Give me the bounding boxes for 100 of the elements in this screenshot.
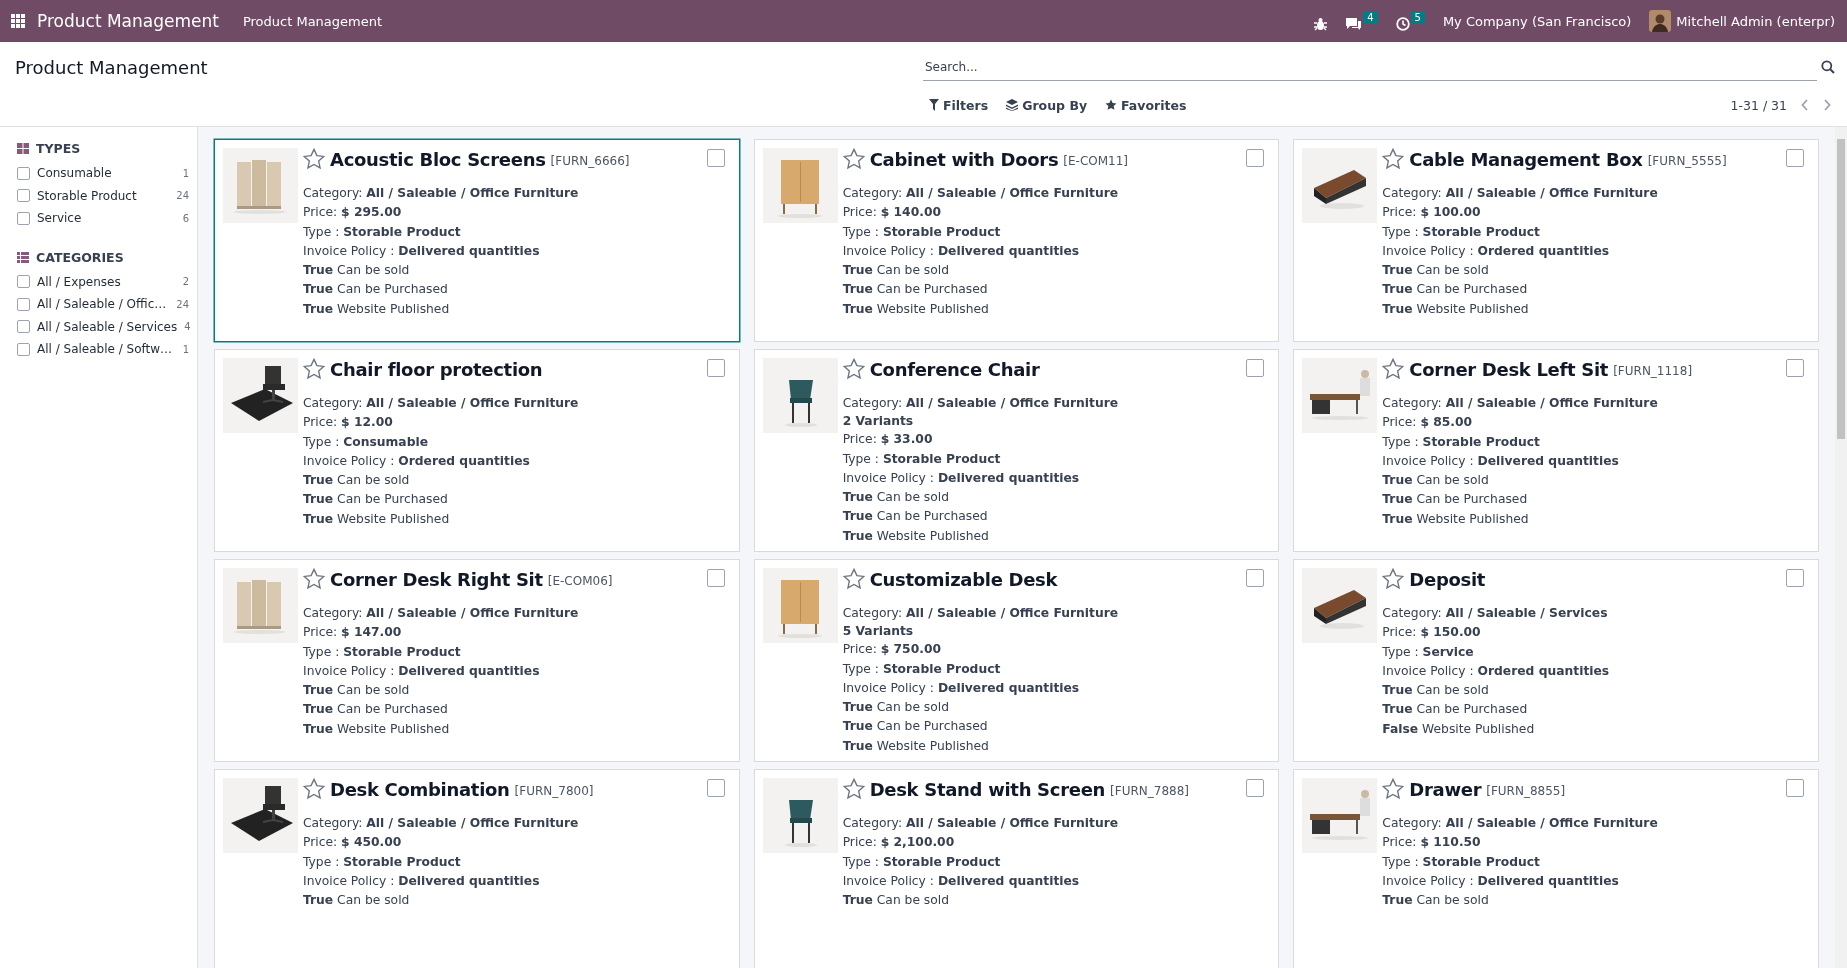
product-detail: Category: All / Saleable / Office Furniture [1382, 395, 1659, 412]
option-count: 24 [176, 298, 189, 310]
product-detail: Category: All / Saleable / Office Furniture [842, 815, 1120, 832]
product-detail: Category: All / Saleable / Office Furniture [303, 605, 580, 622]
product-detail: Category: All / Saleable / Office Furniture [303, 395, 580, 412]
product-name: Customizable Desk [869, 568, 1058, 590]
star-icon[interactable] [842, 778, 865, 800]
company-switcher[interactable]: My Company (San Francisco) [1442, 13, 1632, 29]
product-detail: True Can be Purchased [842, 508, 989, 526]
filter-option[interactable]: Consumable [37, 166, 176, 181]
product-reference: [FURN_7800] [514, 784, 594, 798]
product-detail: Price: $ 85.00 [1382, 414, 1474, 432]
checkbox[interactable] [1246, 359, 1265, 377]
product-card[interactable] [214, 139, 740, 342]
product-detail: Type : Storable Product [1382, 853, 1541, 871]
checkbox[interactable] [17, 297, 30, 311]
checkbox[interactable] [17, 320, 30, 334]
product-detail: True Website Published [1382, 510, 1530, 528]
star-icon[interactable] [303, 568, 325, 590]
checkbox[interactable] [1246, 569, 1265, 587]
product-card[interactable]: Drawer [FURN_8855] Category: All / Saleable / Office Furniture Price: $ 110.50 Type : Storable Product Invoice Policy : Delivered quantities True Can be sold [1293, 769, 1819, 968]
search-icon[interactable] [1821, 60, 1835, 74]
checkbox[interactable] [1786, 359, 1804, 377]
product-card[interactable]: Desk Stand with Screen [FURN_7888] Category: All / Saleable / Office Furniture Price: $ 2,100.00 Type : Storable Product Invoice Policy : Delivered quantities True Can be sold [753, 769, 1280, 968]
product-detail: True Can be Purchased [1382, 281, 1529, 299]
checkbox[interactable] [17, 275, 30, 289]
product-reference: [FURN_8855] [1486, 784, 1566, 798]
product-detail: True Can be sold [1382, 892, 1490, 910]
product-detail: True Can be sold [842, 892, 951, 910]
checkbox[interactable] [17, 189, 30, 203]
checkbox[interactable] [1786, 149, 1804, 167]
star-icon[interactable] [1382, 148, 1405, 170]
activities-button[interactable]: 5 [1395, 11, 1425, 31]
apps-menu-icon[interactable] [11, 14, 25, 28]
checkbox[interactable] [17, 211, 30, 225]
product-detail: Type : Storable Product [303, 853, 462, 871]
checkbox[interactable] [17, 166, 30, 180]
star-icon[interactable] [1382, 778, 1405, 800]
product-card[interactable]: Deposit Category: All / Saleable / Services Price: $ 150.00 Type : Service Invoice Policy : Ordered quantities True Can be sold True Can be Purchased False Website Published [1293, 559, 1819, 762]
messages-count: 4 [1363, 11, 1378, 24]
product-name: Corner Desk Left Sit [1409, 358, 1609, 380]
product-detail: Price: $ 150.00 [1382, 624, 1482, 642]
layers-icon [1006, 99, 1019, 111]
product-detail: Type : Storable Product [303, 643, 462, 661]
list-icon [17, 251, 29, 263]
filter-option[interactable]: All / Saleable / Services [37, 319, 178, 334]
search-field[interactable]: Search... [923, 53, 1817, 81]
section-title: TYPES [36, 141, 81, 156]
previous-page-icon[interactable] [1801, 99, 1809, 111]
checkbox[interactable] [1786, 569, 1804, 587]
checkbox[interactable] [706, 149, 725, 167]
product-detail: Type : Storable Product [842, 450, 1002, 468]
star-icon[interactable] [842, 568, 865, 590]
product-detail: True Can be sold [303, 472, 411, 490]
filter-option[interactable]: All / Saleable / Offic… [37, 297, 170, 312]
filter-option[interactable]: All / Expenses [37, 274, 176, 289]
product-detail: True Website Published [1382, 300, 1530, 318]
star-icon[interactable] [842, 358, 865, 380]
star-icon[interactable] [303, 148, 325, 170]
filter-option[interactable]: All / Saleable / Softw… [37, 342, 176, 357]
star-icon[interactable] [303, 358, 325, 380]
product-name: Chair floor protection [330, 358, 543, 380]
checkbox[interactable] [1786, 779, 1804, 797]
pager-value[interactable]: 1-31 / 31 [1730, 97, 1787, 113]
product-detail: True Can be Purchased [303, 701, 449, 719]
group-by-button[interactable]: Group By [1000, 93, 1094, 117]
star-icon[interactable] [303, 778, 325, 800]
product-detail: Invoice Policy : Ordered quantities [1382, 662, 1611, 680]
next-page-icon[interactable] [1823, 99, 1831, 111]
bug-icon[interactable] [1314, 17, 1328, 31]
product-detail: True Can be sold [1382, 682, 1490, 700]
product-detail: True Can be Purchased [1382, 701, 1529, 719]
product-detail: Invoice Policy : Delivered quantities [842, 872, 1081, 890]
product-reference: [E-COM11] [1063, 154, 1129, 168]
scrollbar[interactable] [1835, 127, 1847, 968]
product-detail: Type : Storable Product [842, 853, 1002, 871]
star-icon[interactable] [1382, 568, 1405, 590]
product-reference: [FURN_7888] [1110, 784, 1189, 798]
checkbox[interactable] [706, 779, 725, 797]
user-menu[interactable]: Mitchell Admin (enterpr) [1676, 13, 1835, 29]
checkbox[interactable] [17, 342, 30, 356]
star-icon[interactable] [1382, 358, 1405, 380]
checkbox[interactable] [706, 569, 725, 587]
product-detail: Type : Storable Product [842, 223, 1002, 241]
filter-option[interactable]: Service [37, 211, 176, 226]
product-detail: Price: $ 33.00 [842, 431, 934, 449]
checkbox[interactable] [1246, 779, 1265, 797]
avatar-icon[interactable] [1649, 10, 1672, 32]
menu-item[interactable]: Product Management [242, 13, 383, 29]
product-card[interactable]: Desk Combination [FURN_7800] Category: All / Saleable / Office Furniture Price: $ 450.00 Type : Storable Product Invoice Policy : Delivered quantities True Can be sold [214, 769, 740, 968]
product-detail: Price: $ 140.00 [842, 204, 942, 222]
filters-button[interactable]: Filters [923, 93, 995, 117]
checkbox[interactable] [706, 359, 725, 377]
messages-button[interactable]: 4 [1345, 11, 1378, 31]
star-icon[interactable] [842, 148, 865, 170]
product-detail: Price: $ 110.50 [1382, 834, 1482, 852]
checkbox[interactable] [1246, 149, 1265, 167]
favorites-button[interactable]: Favorites [1099, 93, 1193, 117]
filter-option[interactable]: Storable Product [37, 188, 170, 203]
product-card[interactable]: Chair floor protection Category: All / Saleable / Office Furniture Price: $ 12.00 Type : Consumable Invoice Policy : Ordered quantities True Can be sold True Can be Purchased True Website Published [214, 349, 740, 552]
